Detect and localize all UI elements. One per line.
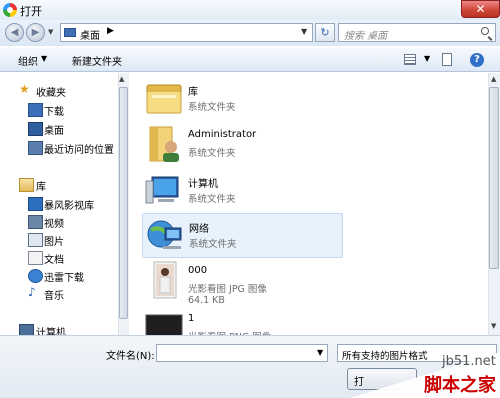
sidebar-item-label: 音乐: [44, 291, 64, 302]
recent-locations-dropdown[interactable]: ▼: [48, 28, 56, 36]
search-icon[interactable]: [481, 27, 489, 35]
app-icon: [3, 3, 17, 17]
filename-label: 文件名(N):: [106, 351, 155, 362]
network-icon: [147, 220, 182, 249]
title-bar: 打开 ✕: [0, 0, 500, 20]
video-library-icon: [28, 197, 43, 211]
sidebar-item-libraries[interactable]: 库: [0, 175, 118, 193]
sidebar-item-pictures[interactable]: 图片: [0, 230, 118, 248]
library-folder-icon: [146, 84, 182, 114]
sidebar-scroll-thumb[interactable]: [119, 87, 128, 319]
item-name: 000: [188, 265, 208, 276]
file-item-network[interactable]: 网络 系统文件夹: [142, 213, 343, 258]
item-name: 库: [188, 87, 198, 98]
desktop-icon: [28, 122, 43, 136]
file-list: 库 系统文件夹 Administrator 系统文件夹 计算机 系统文件夹 网络…: [130, 73, 500, 335]
sidebar-item-label: 文档: [44, 255, 64, 266]
scroll-up-icon[interactable]: ▲: [119, 75, 124, 83]
filename-dropdown-icon[interactable]: ▼: [317, 348, 323, 357]
address-dropdown-icon[interactable]: ▼: [301, 27, 307, 36]
sidebar-item-computer[interactable]: 计算机: [0, 321, 118, 335]
navigation-pane: ★ 收藏夹 下载 桌面 最近访问的位置 库 暴风影视库 视频 图片 文档 迅雷下…: [0, 73, 129, 335]
sidebar-item-label: 收藏夹: [36, 88, 66, 99]
photo-thumbnail-icon: [153, 261, 177, 299]
sidebar-item-favorites[interactable]: ★ 收藏夹: [0, 81, 118, 99]
preview-pane-icon[interactable]: [442, 53, 452, 66]
watermark-site: jb51.net: [442, 354, 496, 369]
desktop-folder-icon: [64, 28, 76, 37]
item-name: 网络: [189, 224, 209, 235]
user-folder-icon: [149, 126, 179, 162]
file-list-scroll-thumb[interactable]: [489, 87, 499, 269]
sidebar-item-video-library[interactable]: 暴风影视库: [0, 194, 118, 212]
dark-image-thumbnail-icon: [145, 314, 183, 335]
file-item-libraries[interactable]: 库 系统文件夹: [142, 77, 342, 121]
sidebar-item-label: 计算机: [36, 328, 66, 335]
sidebar-item-desktop[interactable]: 桌面: [0, 119, 118, 137]
library-icon: [19, 178, 34, 192]
thunder-download-icon: [28, 269, 43, 283]
pictures-icon: [28, 233, 43, 247]
item-type: 系统文件夹: [189, 239, 237, 250]
breadcrumb-chevron-icon[interactable]: ▶: [107, 26, 114, 36]
sidebar-item-label: 视频: [44, 219, 64, 230]
sidebar-item-music[interactable]: ♪ 音乐: [0, 284, 118, 302]
item-type: 系统文件夹: [188, 194, 236, 205]
file-item-000-jpg[interactable]: 000 光影看图 JPG 图像 64.1 KB: [142, 259, 342, 306]
item-size: 64.1 KB: [188, 295, 225, 306]
sidebar-item-label: 迅雷下载: [44, 273, 84, 284]
close-button[interactable]: ✕: [461, 0, 500, 18]
search-input[interactable]: 搜索 桌面: [338, 23, 496, 42]
computer-icon: [145, 176, 179, 204]
item-name: 1: [188, 313, 195, 324]
sidebar-item-label: 桌面: [44, 126, 64, 137]
file-item-administrator[interactable]: Administrator 系统文件夹: [142, 123, 342, 167]
watermark-name: 脚本之家: [424, 375, 496, 396]
sidebar-item-label: 暴风影视库: [44, 201, 94, 212]
documents-icon: [28, 251, 43, 265]
sidebar-item-videos[interactable]: 视频: [0, 212, 118, 230]
sidebar-item-recent-places[interactable]: 最近访问的位置: [0, 138, 118, 156]
computer-icon: [19, 324, 34, 335]
item-type: 光影看图 JPG 图像: [188, 284, 267, 295]
sidebar-item-downloads[interactable]: 下载: [0, 100, 118, 118]
music-icon: ♪: [28, 285, 36, 299]
address-bar[interactable]: 桌面 ▶ ▼: [60, 23, 313, 42]
item-type: 系统文件夹: [188, 102, 236, 113]
recent-places-icon: [28, 141, 43, 155]
change-view-icon[interactable]: [404, 54, 416, 65]
sidebar-item-label: 库: [36, 182, 46, 193]
star-icon: ★: [19, 82, 30, 96]
sidebar-item-label: 最近访问的位置: [44, 145, 114, 156]
organize-button[interactable]: 组织: [18, 53, 38, 68]
refresh-button[interactable]: ↻: [315, 23, 335, 42]
sidebar-item-documents[interactable]: 文档: [0, 248, 118, 266]
scroll-up-icon[interactable]: ▲: [491, 75, 496, 83]
view-dropdown-icon[interactable]: ▼: [424, 54, 430, 63]
organize-dropdown-icon[interactable]: ▼: [41, 54, 47, 63]
sidebar-item-label: 图片: [44, 237, 64, 248]
item-type: 系统文件夹: [188, 148, 236, 159]
search-placeholder: 搜索 桌面: [344, 31, 388, 42]
video-icon: [28, 215, 43, 229]
item-name: Administrator: [188, 129, 257, 140]
filename-input[interactable]: [156, 344, 328, 362]
new-folder-button[interactable]: 新建文件夹: [72, 53, 122, 68]
scroll-down-icon[interactable]: ▼: [491, 322, 496, 330]
item-name: 计算机: [188, 179, 218, 190]
sidebar-item-thunder-downloads[interactable]: 迅雷下载: [0, 266, 118, 284]
download-folder-icon: [28, 103, 43, 117]
file-item-computer[interactable]: 计算机 系统文件夹: [142, 169, 342, 213]
window-title: 打开: [20, 5, 42, 18]
watermark: jb51.net 脚本之家: [350, 352, 500, 398]
help-icon[interactable]: ?: [470, 53, 484, 67]
sidebar-item-label: 下载: [44, 107, 64, 118]
forward-button[interactable]: ▶: [26, 23, 45, 42]
navigation-bar: ◀ ▶ ▼ 桌面 ▶ ▼ ↻ 搜索 桌面: [0, 20, 500, 46]
file-item-1-png[interactable]: 1 光影看图 PNG 图像: [142, 307, 342, 335]
toolbar: 组织 ▼ 新建文件夹 ▼ ?: [0, 48, 500, 72]
back-button[interactable]: ◀: [5, 23, 24, 42]
address-location[interactable]: 桌面: [80, 27, 100, 42]
